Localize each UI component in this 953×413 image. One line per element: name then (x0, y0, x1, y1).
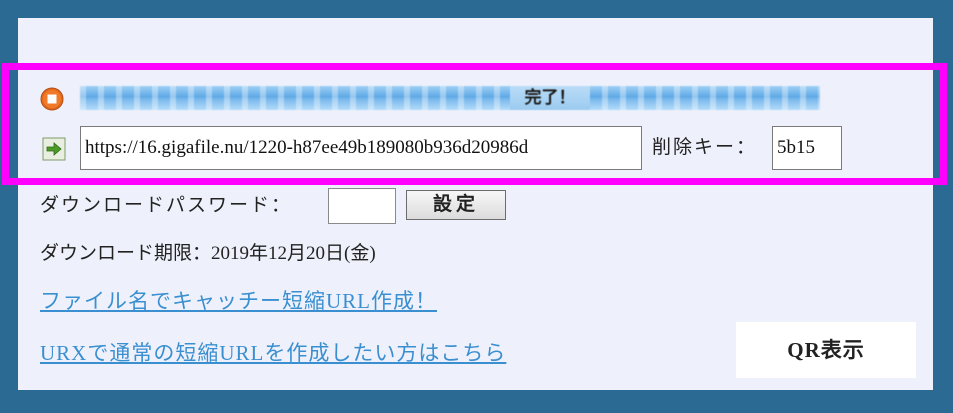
arrow-right-icon[interactable] (42, 137, 66, 161)
stop-icon[interactable] (40, 87, 64, 111)
qr-display-button[interactable]: QR表示 (736, 322, 916, 378)
catchy-short-url-link[interactable]: ファイル名でキャッチー短縮URL作成！ (40, 284, 437, 318)
download-url-field[interactable]: https://16.gigafile.nu/1220-h87ee49b1890… (80, 126, 642, 170)
password-set-button[interactable]: 設定 (406, 190, 506, 220)
window-frame: 完了！ https://16.gigafile.nu/1220-h87ee49b… (0, 0, 953, 413)
upload-progress-bar: 完了！ (80, 86, 820, 110)
delete-key-field[interactable]: 5b15 (772, 126, 842, 170)
download-password-label: ダウンロードパスワード： (40, 195, 293, 216)
delete-key-label: 削除キー： (652, 137, 758, 158)
urx-short-url-link[interactable]: URXで通常の短縮URLを作成したい方はこちら (40, 336, 506, 370)
progress-status-text: 完了！ (510, 86, 590, 110)
download-password-input[interactable] (328, 188, 396, 224)
download-deadline: ダウンロード期限：2019年12月20日(金) (40, 243, 376, 264)
